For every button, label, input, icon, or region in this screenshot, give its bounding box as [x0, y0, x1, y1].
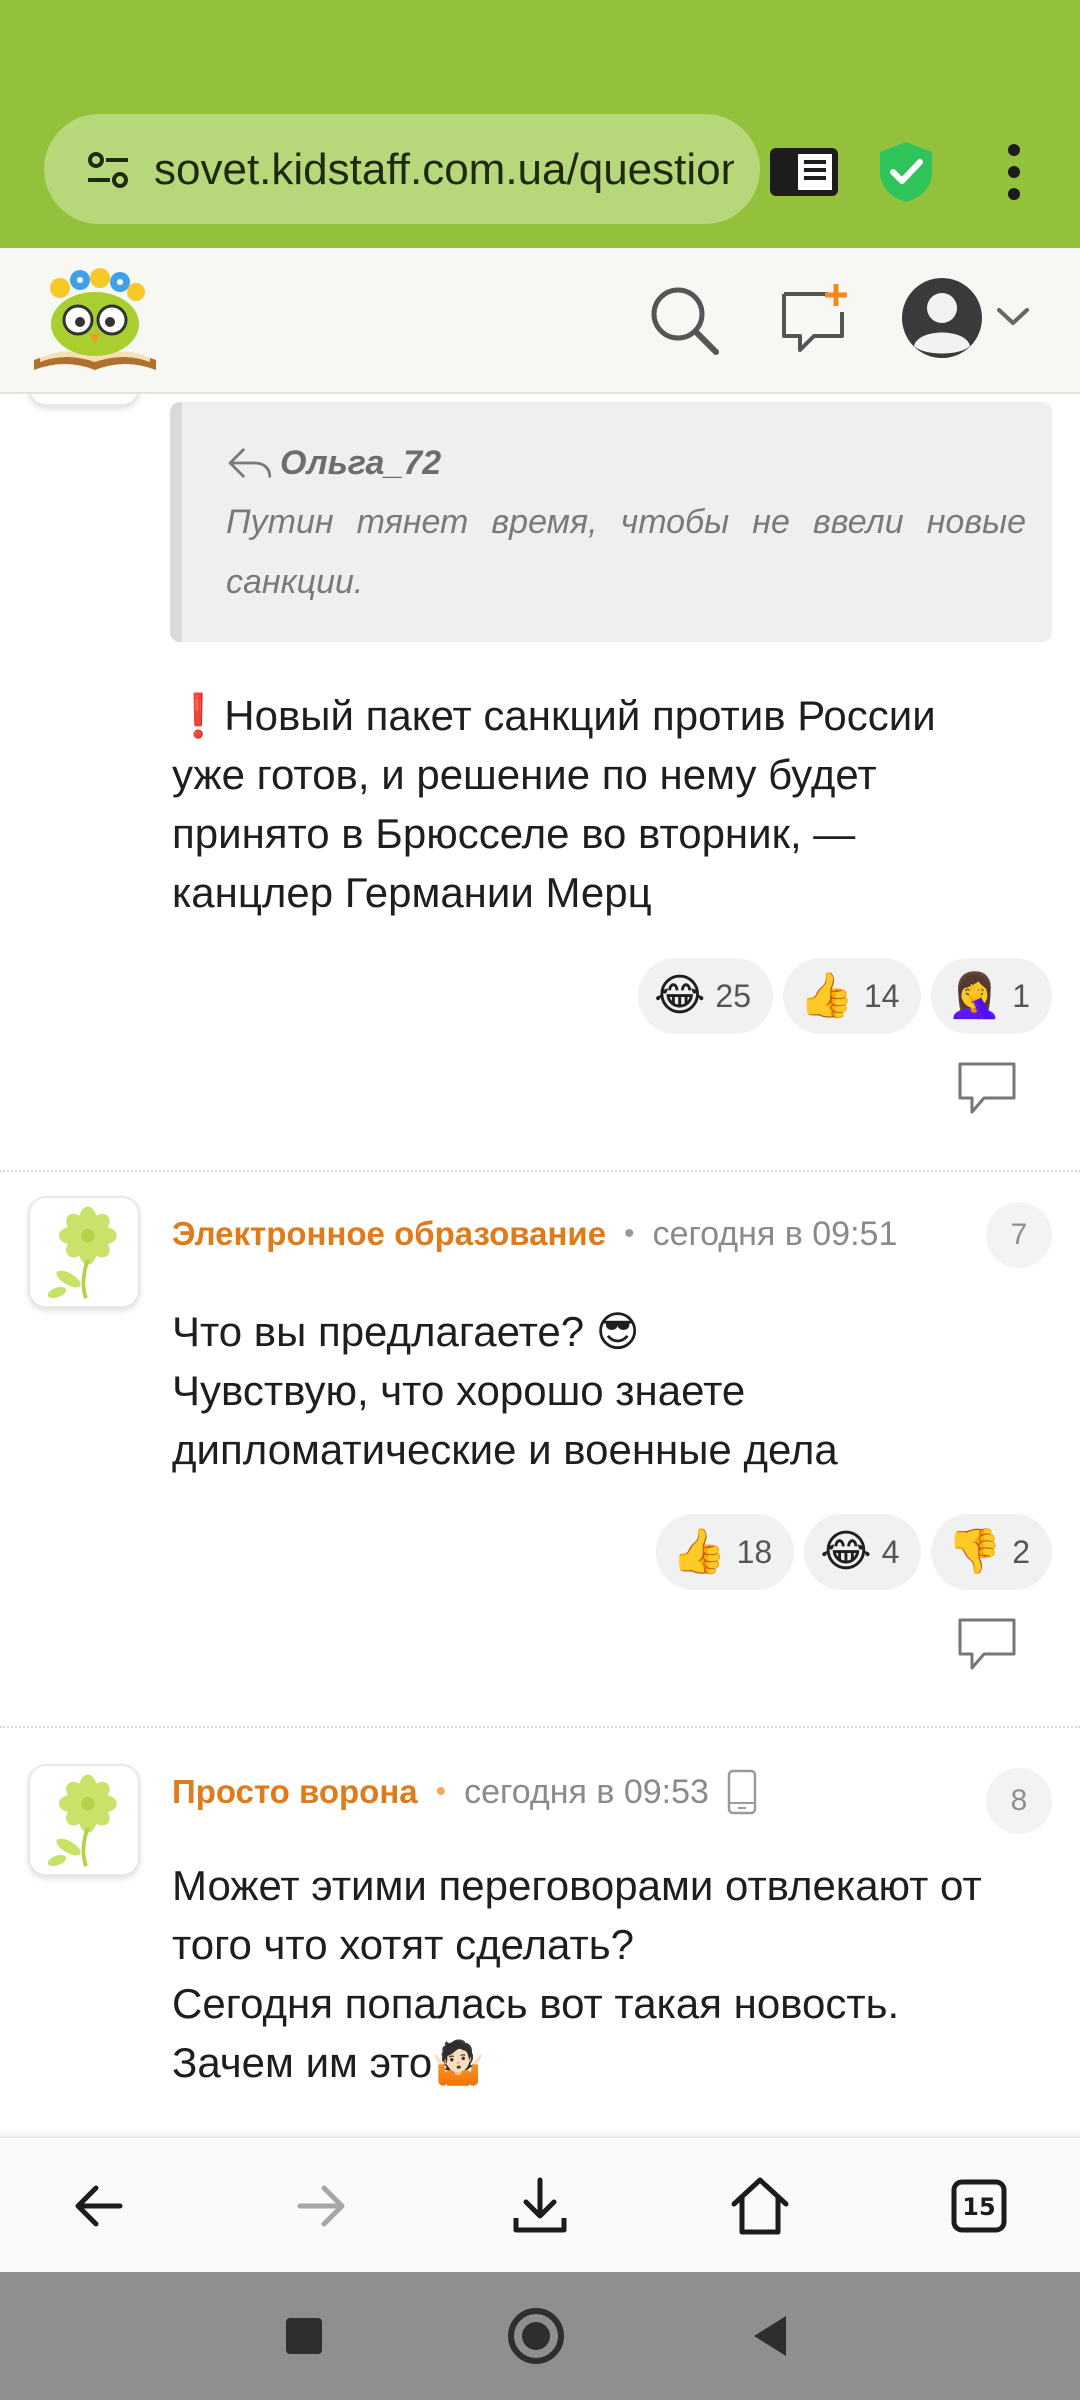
home-circle-icon[interactable]	[504, 2304, 568, 2368]
comment-number-badge[interactable]: 7	[986, 1202, 1052, 1268]
reaction-count: 2	[1012, 1533, 1030, 1570]
reply-comment-icon[interactable]	[956, 1060, 1018, 1116]
comment-text: Может этими переговорами отвлекают от то…	[172, 1856, 1052, 2092]
search-icon[interactable]	[646, 282, 722, 358]
post-line: принято в Брюсселе во вторник, —	[172, 810, 856, 857]
comment-line: Что вы предлагаете? 😎	[172, 1308, 640, 1355]
comment-line: Чувствую, что хорошо знаете	[172, 1367, 746, 1414]
comment-line: того что хотят сделать?	[172, 1921, 634, 1968]
more-menu-icon[interactable]	[998, 142, 1030, 202]
reaction-count: 1	[1012, 977, 1030, 1014]
reader-mode-icon[interactable]	[768, 146, 840, 198]
quote-author[interactable]: Ольга_72	[280, 444, 441, 483]
comment-header: Электронное образование • сегодня в 09:5…	[172, 1210, 897, 1258]
site-settings-icon[interactable]	[86, 150, 130, 190]
reaction-bar: 😂 25 👍 14 🤦‍♀️ 1	[638, 958, 1052, 1034]
system-navigation-bar	[0, 2272, 1080, 2400]
separator-dot: •	[435, 1775, 447, 1808]
kidstaff-logo[interactable]	[30, 262, 160, 380]
separator-dot: •	[624, 1217, 635, 1250]
site-header	[0, 248, 1080, 394]
reply-arrow-icon	[228, 448, 272, 478]
comment-number-badge[interactable]: 8	[986, 1768, 1052, 1834]
facepalm-emoji-icon: 🤦‍♀️	[947, 971, 1003, 1020]
download-icon[interactable]	[504, 2170, 576, 2242]
reaction-thumbs-down[interactable]: 👎 2	[931, 1514, 1052, 1590]
url-text[interactable]: sovet.kidstaff.com.ua/question	[154, 142, 734, 198]
comments-feed[interactable]: Ольга_72 Путин тянет время, чтобы не вве…	[0, 394, 1080, 2136]
reaction-facepalm[interactable]: 🤦‍♀️ 1	[931, 958, 1052, 1034]
reaction-count: 14	[863, 977, 900, 1014]
author-name[interactable]: Просто ворона	[172, 1773, 418, 1811]
chevron-down-icon[interactable]	[996, 306, 1030, 328]
reaction-count: 4	[881, 1533, 900, 1570]
reaction-bar: 👍 18 😂 4 👎 2	[655, 1514, 1052, 1590]
reaction-laugh[interactable]: 😂 4	[804, 1514, 922, 1590]
thumbs-up-emoji-icon: 👍	[671, 1527, 727, 1576]
laugh-emoji-icon: 😂	[820, 1527, 872, 1576]
quote-text: Путин тянет время, чтобы не ввели новые …	[226, 503, 1026, 601]
user-avatar-icon[interactable]	[900, 276, 984, 360]
recents-square-icon[interactable]	[272, 2304, 336, 2368]
post-text: ❗Новый пакет санкций против России уже г…	[172, 686, 1052, 922]
browser-toolbar: sovet.kidstaff.com.ua/question	[0, 0, 1080, 248]
comment-time: сегодня в 09:53	[464, 1772, 709, 1811]
avatar[interactable]	[28, 1196, 140, 1308]
author-name[interactable]: Электронное образование	[172, 1215, 606, 1253]
comment-header: Просто ворона • сегодня в 09:53	[172, 1768, 757, 1816]
reaction-thumbs-up[interactable]: 👍 14	[783, 958, 922, 1034]
post-line: канцлер Германии Мерц	[172, 869, 652, 916]
comment-line: Сегодня попалась вот такая новость.	[172, 1980, 900, 2027]
back-triangle-icon[interactable]	[740, 2304, 804, 2368]
reaction-count: 25	[715, 977, 752, 1014]
comment-line: Может этими переговорами отвлекают от	[172, 1862, 982, 1909]
mobile-device-icon	[727, 1769, 757, 1815]
divider	[0, 1170, 1080, 1172]
browser-bottom-bar: 15	[0, 2136, 1080, 2272]
new-post-icon[interactable]	[778, 280, 852, 356]
quote-block: Ольга_72 Путин тянет время, чтобы не вве…	[170, 402, 1052, 642]
back-arrow-icon[interactable]	[64, 2170, 136, 2242]
divider	[0, 1726, 1080, 1728]
shield-check-icon[interactable]	[876, 140, 936, 204]
forward-arrow-icon	[297, 2185, 345, 2227]
address-bar[interactable]: sovet.kidstaff.com.ua/question	[44, 114, 760, 224]
post-line: ❗Новый пакет санкций против России	[172, 692, 936, 739]
thumbs-down-emoji-icon: 👎	[947, 1527, 1003, 1576]
laugh-emoji-icon: 😂	[654, 971, 706, 1020]
avatar[interactable]	[28, 1764, 140, 1876]
comment-time: сегодня в 09:51	[652, 1214, 898, 1253]
reply-comment-icon[interactable]	[956, 1616, 1018, 1672]
comment-line: дипломатические и военные дела	[172, 1426, 838, 1473]
home-icon[interactable]	[724, 2170, 796, 2242]
avatar[interactable]	[28, 394, 140, 406]
post-line: уже готов, и решение по нему будет	[172, 751, 877, 798]
reaction-laugh[interactable]: 😂 25	[638, 958, 774, 1034]
tabs-count: 15	[962, 2193, 995, 2221]
comment-line: Зачем им это🤷🏻	[172, 2039, 485, 2086]
reaction-thumbs-up[interactable]: 👍 18	[655, 1514, 795, 1590]
thumbs-up-emoji-icon: 👍	[799, 971, 854, 1020]
comment-text: Что вы предлагаете? 😎 Чувствую, что хоро…	[172, 1302, 1052, 1479]
tabs-icon[interactable]: 15	[944, 2170, 1016, 2242]
reaction-count: 18	[736, 1533, 773, 1570]
